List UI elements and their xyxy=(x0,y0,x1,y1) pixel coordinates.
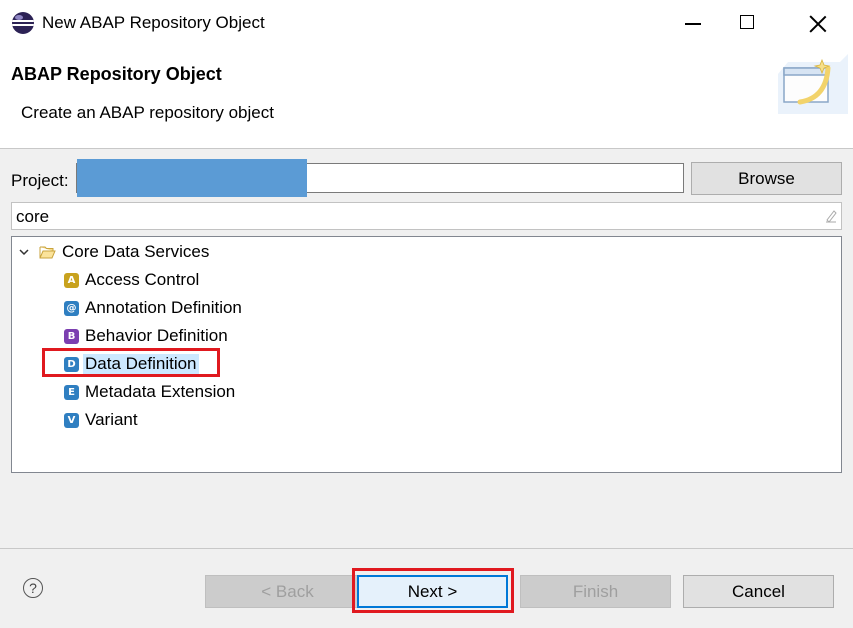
filter-input[interactable]: core xyxy=(11,202,842,230)
tree-item-access-control[interactable]: A Access Control xyxy=(64,267,199,293)
tree-item-annotation-definition[interactable]: @ Annotation Definition xyxy=(64,295,242,321)
tree-item-behavior-definition[interactable]: B Behavior Definition xyxy=(64,323,228,349)
chevron-down-icon[interactable] xyxy=(17,245,31,259)
maximize-button[interactable] xyxy=(724,6,770,40)
project-input[interactable] xyxy=(76,159,684,197)
behavior-definition-icon: B xyxy=(64,328,79,344)
object-type-tree[interactable]: Core Data Services A Access Control @ An… xyxy=(11,236,842,473)
access-control-icon: A xyxy=(64,272,79,288)
metadata-extension-icon: E xyxy=(64,384,79,400)
wizard-banner-icon xyxy=(778,54,848,114)
tree-node-label: Core Data Services xyxy=(62,242,210,261)
tree-item-data-definition[interactable]: D Data Definition xyxy=(64,351,199,377)
annotation-definition-icon: @ xyxy=(64,300,79,316)
tree-item-label: Data Definition xyxy=(83,354,199,374)
clear-filter-icon[interactable] xyxy=(825,209,837,223)
variant-icon: V xyxy=(64,412,79,428)
wizard-header: ABAP Repository Object Create an ABAP re… xyxy=(0,46,853,149)
tree-node-core-data-services[interactable]: Core Data Services xyxy=(17,239,209,265)
tree-item-label: Access Control xyxy=(85,270,200,289)
title-bar: New ABAP Repository Object xyxy=(0,0,853,46)
folder-open-icon xyxy=(39,246,56,259)
tree-item-label: Behavior Definition xyxy=(85,326,228,345)
page-description: Create an ABAP repository object xyxy=(21,103,274,122)
next-button[interactable]: Next > xyxy=(357,575,508,608)
project-value-redaction xyxy=(77,159,307,197)
footer-divider xyxy=(0,548,853,549)
window-title: New ABAP Repository Object xyxy=(42,13,265,32)
tree-item-label: Variant xyxy=(85,410,138,429)
browse-button[interactable]: Browse xyxy=(691,162,842,195)
tree-item-variant[interactable]: V Variant xyxy=(64,407,138,433)
page-title: ABAP Repository Object xyxy=(11,64,222,84)
data-definition-icon: D xyxy=(64,356,79,372)
tree-item-metadata-extension[interactable]: E Metadata Extension xyxy=(64,379,235,405)
help-icon[interactable]: ? xyxy=(23,578,43,598)
tree-item-label: Metadata Extension xyxy=(85,382,236,401)
back-button[interactable]: < Back xyxy=(205,575,370,608)
project-label: Project: xyxy=(11,171,69,190)
cancel-button[interactable]: Cancel xyxy=(683,575,834,608)
close-button[interactable] xyxy=(795,6,841,40)
tree-item-label: Annotation Definition xyxy=(85,298,242,317)
minimize-button[interactable] xyxy=(668,6,714,40)
filter-value: core xyxy=(16,207,50,226)
finish-button[interactable]: Finish xyxy=(520,575,671,608)
eclipse-icon xyxy=(12,12,34,34)
